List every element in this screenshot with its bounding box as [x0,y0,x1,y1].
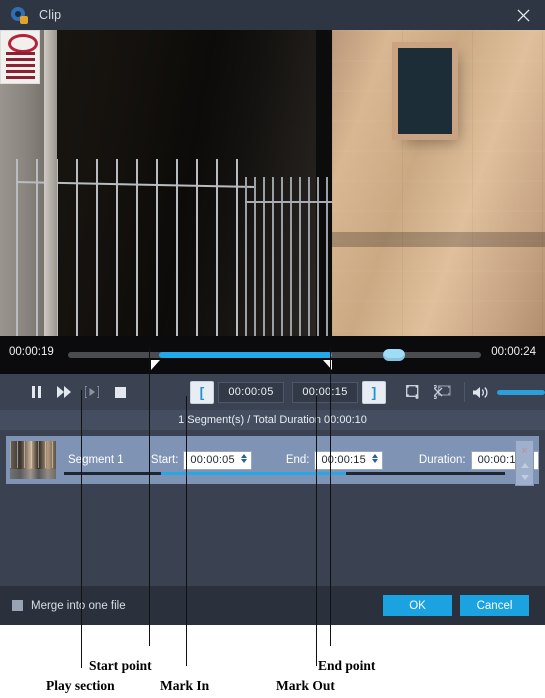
volume-slider[interactable] [497,389,545,395]
volume-fill [497,389,545,395]
annotation-label: End point [318,658,376,673]
close-icon [516,8,530,22]
segment-start-label: Start: [150,454,179,466]
mark-out-button[interactable]: ] [362,380,386,404]
merge-checkbox[interactable] [12,600,23,611]
annotation-label: Mark Out [276,678,335,693]
fast-forward-icon [57,386,71,398]
playhead-handle[interactable] [383,349,406,361]
app-icon [10,6,28,24]
timeline[interactable]: 00:00:19 00:00:24 [0,336,545,374]
video-preview[interactable] [0,30,545,336]
timeline-start-marker[interactable] [150,360,160,370]
stop-button[interactable] [109,382,131,402]
segment-duration-label: Duration: [418,454,466,466]
ok-button[interactable]: OK [383,595,452,616]
split-segment-button[interactable] [431,382,453,402]
callout-line [81,390,82,668]
current-time-label: 00:00:19 [9,346,54,358]
fast-forward-button[interactable] [53,382,75,402]
volume-control[interactable] [473,386,545,399]
delete-segment-button[interactable]: × [521,446,527,457]
play-section-icon [85,386,99,398]
annotation-label: Mark In [160,678,210,693]
scissors-icon [433,385,451,399]
segment-end-stepper[interactable]: 00:00:15 [314,450,383,470]
segment-row-actions[interactable]: × [515,440,534,486]
no-parking-sign-icon [0,30,41,85]
cancel-button[interactable]: Cancel [460,595,529,616]
segment-range-bar[interactable] [64,472,505,475]
title-bar: Clip [0,0,545,30]
mark-in-button[interactable]: [ [190,380,214,404]
callout-line [330,347,331,646]
stop-icon [114,386,126,398]
window-title: Clip [39,8,62,22]
segment-end-label: End: [285,454,310,466]
annotation-label: Play section [46,678,115,693]
close-button[interactable] [501,0,545,30]
stepper-arrows-icon[interactable] [371,453,379,468]
play-section-button[interactable] [81,382,103,402]
merge-label: Merge into one file [31,599,126,612]
volume-icon [473,386,488,398]
end-time-field[interactable]: 00:00:15 [292,381,358,403]
callout-line [186,396,187,666]
pause-icon [31,386,41,398]
segment-start-stepper[interactable]: 00:00:05 [183,450,252,470]
annotation-label: Start point [89,658,152,673]
segment-range-fill [161,472,347,475]
callout-line [316,396,317,666]
start-time-field[interactable]: 00:00:05 [218,381,284,403]
timeline-track[interactable] [68,349,481,361]
add-segment-icon [406,385,419,399]
table-row[interactable]: Segment 1 Start: 00:00:05 End: 00:00:15 … [6,436,539,486]
add-segment-button[interactable] [403,382,425,402]
clip-dialog: Clip 00:00:19 00:00:24 [00:00:05 00:00:… [0,0,545,698]
total-time-label: 00:00:24 [491,346,536,358]
pause-button[interactable] [25,382,47,402]
segment-summary-label: 1 Segment(s) / Total Duration 00:00:10 [178,414,367,426]
stepper-arrows-icon[interactable] [240,453,248,468]
timeline-selection [158,352,333,358]
move-down-button[interactable] [520,474,529,480]
segment-thumbnail [10,441,56,479]
move-up-button[interactable] [520,463,529,469]
callout-line [149,347,150,646]
